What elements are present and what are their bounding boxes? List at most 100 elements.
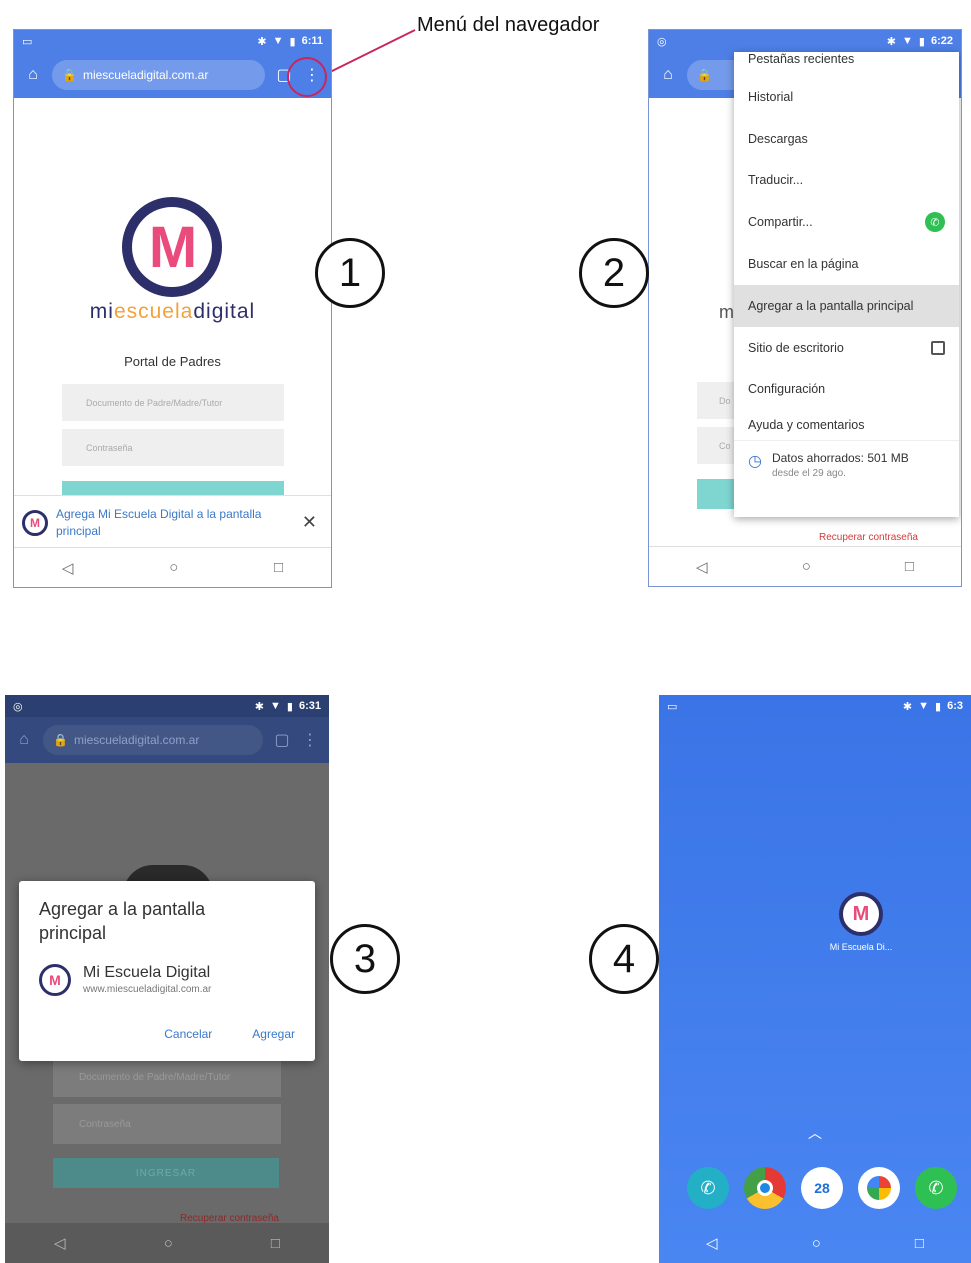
chrome-icon[interactable] [744, 1167, 786, 1209]
status-bar: ▭ ✱ ▼ ▮ 6:3 [659, 695, 971, 717]
wifi-icon: ▼ [270, 700, 281, 712]
step-number-3: 3 [330, 924, 400, 994]
app-drawer-chevron-icon[interactable]: ︿ [659, 1123, 971, 1143]
shortcut-label: Mi Escuela Di... [829, 942, 893, 952]
whatsapp-icon: ✆ [925, 212, 945, 233]
recents-icon[interactable]: □ [905, 558, 914, 575]
back-icon[interactable]: ◁ [696, 558, 708, 576]
step-number-1: 1 [315, 238, 385, 308]
login-button-partial[interactable] [62, 481, 284, 495]
browser-menu-callout: Menú del navegador [417, 14, 600, 36]
screen-icon: ▭ [22, 35, 33, 48]
bluetooth-icon: ✱ [254, 700, 265, 713]
miescueladigital-logo: M [122, 197, 222, 297]
password-field-partial[interactable]: Co [697, 427, 737, 464]
url-bar[interactable]: 🔒 miescueladigital.com.ar [43, 725, 263, 755]
bluetooth-icon: ✱ [257, 35, 267, 48]
clock-time: 6:11 [301, 35, 323, 47]
bluetooth-icon: ✱ [886, 35, 897, 48]
menu-item-translate[interactable]: Traducir... [734, 160, 959, 202]
menu-item-settings[interactable]: Configuración [734, 369, 959, 411]
dialog-actions: Cancelar Agregar [164, 1027, 295, 1041]
menu-item-history[interactable]: Historial [734, 76, 959, 118]
status-bar: ▭ ✱ ▼ ▮ 6:11 [14, 30, 331, 52]
clock-time: 6:3 [947, 700, 963, 712]
lock-icon: 🔒 [697, 68, 712, 82]
desktop-site-checkbox[interactable] [931, 340, 945, 355]
android-nav-bar: ◁ ○ □ [659, 1223, 971, 1263]
data-saved-title: Datos ahorrados: 501 MB [771, 451, 909, 466]
brand-partial: m [719, 302, 734, 322]
data-saved-subtitle: desde el 29 ago. [771, 468, 846, 480]
app-logo-icon: M [22, 509, 48, 536]
step-number-4: 4 [589, 924, 659, 994]
clock-time: 6:22 [930, 35, 953, 47]
screen-icon: ▭ [667, 700, 678, 713]
password-field[interactable]: Contraseña [62, 429, 284, 466]
app-logo-icon: M [39, 963, 71, 996]
recover-password-link[interactable]: Recuperar contraseña [819, 532, 918, 543]
home-icon[interactable]: ⌂ [15, 731, 33, 749]
back-icon[interactable]: ◁ [54, 1234, 66, 1252]
android-nav-bar: ◁ ○ □ [5, 1223, 329, 1263]
battery-icon: ▮ [286, 700, 293, 713]
lock-icon: 🔒 [53, 733, 68, 747]
home-shortcut-miescueladigital[interactable]: M Mi Escuela Di... [824, 892, 898, 952]
status-bar: ◎ ✱ ▼ ▮ 6:31 [5, 695, 329, 717]
url-bar[interactable]: 🔒 miescueladigital.com.ar [52, 60, 265, 90]
app-name-field[interactable]: Mi Escuela Digital [83, 964, 211, 982]
whatsapp-notification-icon: ◎ [13, 700, 23, 713]
whatsapp-icon[interactable]: ✆ [915, 1167, 957, 1209]
add-button[interactable]: Agregar [252, 1027, 295, 1041]
phone-icon[interactable]: ✆ [687, 1167, 729, 1209]
home-icon[interactable]: ⌂ [659, 66, 677, 84]
wifi-icon: ▼ [902, 35, 913, 47]
lock-icon: 🔒 [62, 68, 77, 82]
menu-item-add-to-home[interactable]: Agregar a la pantalla principal [734, 284, 959, 327]
add-to-home-banner[interactable]: M Agrega Mi Escuela Digital a la pantall… [14, 495, 331, 549]
browser-menu: Pestañas recientes Historial Descargas T… [734, 52, 959, 517]
menu-highlight-ring [287, 57, 327, 97]
app-logo-icon: M [839, 892, 883, 936]
battery-icon: ▮ [918, 35, 925, 48]
home-nav-icon[interactable]: ○ [169, 559, 178, 576]
recents-icon[interactable]: □ [274, 559, 283, 576]
screenshot-3-dialog: ◎ ✱ ▼ ▮ 6:31 ⌂ 🔒 miescueladigital.com.ar ▢ … [5, 695, 329, 1263]
screenshot-1-login: ▭ ✱ ▼ ▮ 6:11 ⌂ 🔒 miescueladigital.com.ar ▢ … [13, 29, 332, 588]
app-url: www.miescueladigital.com.ar [83, 984, 212, 996]
close-icon[interactable]: ✕ [296, 512, 323, 533]
data-saver-icon: ◷ [748, 453, 762, 471]
portal-title: Portal de Padres [124, 354, 221, 369]
home-nav-icon[interactable]: ○ [164, 1235, 173, 1252]
battery-icon: ▮ [935, 700, 942, 713]
screenshot-4-homescreen: ▭ ✱ ▼ ▮ 6:3 M Mi Escuela Di... ︿ ✆ 28 ✆ ◁ ○… [659, 695, 971, 1263]
document-field-dimmed: Documento de Padre/Madre/Tutor [53, 1057, 281, 1097]
cancel-button[interactable]: Cancelar [164, 1027, 212, 1041]
wifi-icon: ▼ [272, 35, 284, 47]
browser-toolbar: ⌂ 🔒 miescueladigital.com.ar ▢ ⋮ [14, 52, 331, 98]
recents-icon[interactable]: □ [271, 1235, 280, 1252]
menu-item-share[interactable]: Compartir... ✆ [734, 201, 959, 243]
home-nav-icon[interactable]: ○ [802, 558, 811, 575]
photos-icon[interactable] [858, 1167, 900, 1209]
battery-icon: ▮ [289, 35, 296, 48]
banner-text[interactable]: Agrega Mi Escuela Digital a la pantalla … [56, 506, 288, 538]
back-icon[interactable]: ◁ [706, 1234, 718, 1252]
home-nav-icon[interactable]: ○ [812, 1235, 821, 1252]
menu-item-desktop-site[interactable]: Sitio de escritorio [734, 327, 959, 369]
menu-dots-icon[interactable]: ⋮ [301, 730, 319, 750]
back-icon[interactable]: ◁ [62, 559, 74, 577]
menu-item-downloads[interactable]: Descargas [734, 118, 959, 160]
tabs-icon[interactable]: ▢ [273, 730, 291, 750]
login-button-partial[interactable] [697, 479, 737, 509]
menu-item-recent-tabs[interactable]: Pestañas recientes [734, 52, 959, 76]
url-text: miescueladigital.com.ar [82, 68, 209, 82]
data-saved-info[interactable]: ◷ Datos ahorrados: 501 MB desde el 29 ag… [734, 440, 959, 489]
document-field-partial[interactable]: Do [697, 382, 737, 419]
menu-item-find-in-page[interactable]: Buscar en la página [734, 243, 959, 285]
document-field[interactable]: Documento de Padre/Madre/Tutor [62, 384, 284, 421]
recents-icon[interactable]: □ [915, 1235, 924, 1252]
menu-item-help[interactable]: Ayuda y comentarios [734, 410, 959, 440]
calendar-icon[interactable]: 28 [801, 1167, 843, 1209]
home-icon[interactable]: ⌂ [24, 66, 42, 84]
